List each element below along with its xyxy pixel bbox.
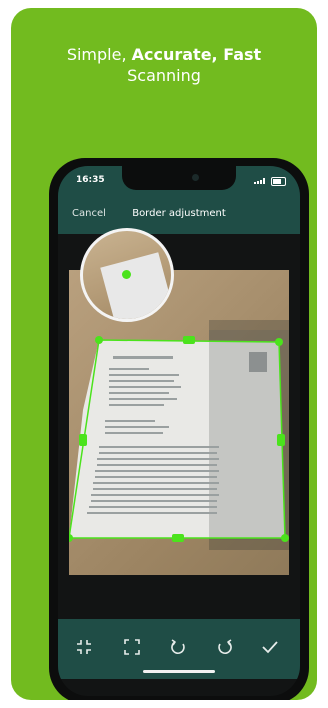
magnified-paper-corner — [100, 252, 171, 319]
headline-regular: Simple, — [66, 45, 132, 64]
document-crop-overlay — [69, 330, 289, 542]
headline-line-2: Scanning — [127, 66, 201, 85]
magnifier-loupe — [80, 228, 174, 322]
shrink-crop-icon[interactable] — [72, 635, 96, 659]
signal-icon — [254, 178, 266, 184]
confirm-checkmark-icon[interactable] — [258, 635, 282, 659]
phone-notch — [122, 166, 236, 190]
screen-title: Border adjustment — [132, 208, 226, 219]
phone-mockup: 16:35 Cancel Border adjustment — [49, 158, 309, 700]
headline-bold: Accurate, Fast — [131, 45, 262, 64]
navigation-bar: Cancel Border adjustment — [58, 196, 300, 234]
full-frame-icon[interactable] — [120, 635, 144, 659]
magnifier-handle-dot — [122, 270, 131, 279]
battery-icon — [271, 177, 286, 186]
bottom-toolbar — [58, 619, 300, 679]
camera-icon — [192, 174, 199, 181]
phone-screen: 16:35 Cancel Border adjustment — [58, 166, 300, 696]
status-time: 16:35 — [76, 175, 105, 185]
promo-card: Simple, Accurate, Fast Scanning 16:35 Ca… — [11, 8, 317, 700]
home-indicator — [143, 670, 215, 673]
rotate-right-icon[interactable] — [213, 635, 237, 659]
document-logo — [249, 352, 267, 372]
rotate-left-icon[interactable] — [166, 635, 190, 659]
promo-headline: Simple, Accurate, Fast Scanning — [11, 44, 317, 86]
